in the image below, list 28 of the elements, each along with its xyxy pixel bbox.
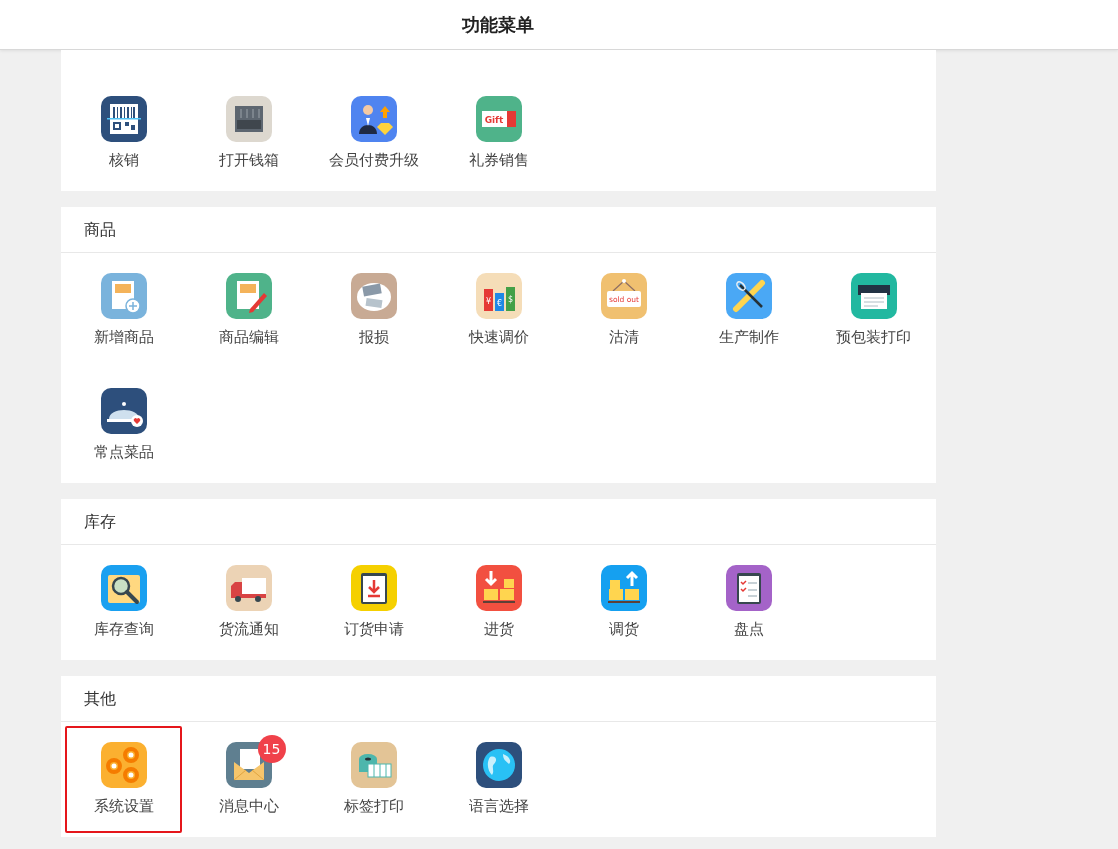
menu-item[interactable]: 预包装打印 (815, 257, 932, 364)
page-title: 功能菜单 (462, 13, 534, 37)
menu-item[interactable]: 调货 (565, 549, 682, 656)
menu-item[interactable]: 标签打印 (315, 726, 432, 833)
section-title: 其他 (61, 676, 936, 722)
menu-item[interactable]: 生产制作 (690, 257, 807, 364)
menu-item[interactable]: 系统设置 (65, 726, 182, 833)
menu-item[interactable]: 打开钱箱 (190, 80, 307, 187)
section-title: 库存 (61, 499, 936, 545)
menu-item[interactable]: 货流通知 (190, 549, 307, 656)
menu-item[interactable]: ¥ € $ 快速调价 (440, 257, 557, 364)
menu-item[interactable]: 15 消息中心 (190, 726, 307, 833)
menu-item[interactable]: 报损 (315, 257, 432, 364)
menu-item[interactable]: 语言选择 (440, 726, 557, 833)
menu-item[interactable]: 核销 (65, 80, 182, 187)
menu-item[interactable]: 进货 (440, 549, 557, 656)
menu-item[interactable]: 库存查询 (65, 549, 182, 656)
menu-item[interactable]: 常点菜品 (65, 372, 182, 479)
gift-ticket-icon: Gift (475, 96, 522, 142)
menu-item[interactable]: Gift 礼券销售 (440, 80, 557, 187)
menu-item[interactable]: 商品编辑 (190, 257, 307, 364)
menu-item[interactable]: 订货申请 (315, 549, 432, 656)
section-title: 商品 (61, 207, 936, 253)
menu-item[interactable]: 会员付费升级 (315, 80, 432, 187)
count-badge: 15 (257, 735, 286, 763)
price-tags-icon: ¥ € $ (475, 273, 522, 319)
menu-item[interactable]: 盘点 (690, 549, 807, 656)
menu-item[interactable]: 新增商品 (65, 257, 182, 364)
